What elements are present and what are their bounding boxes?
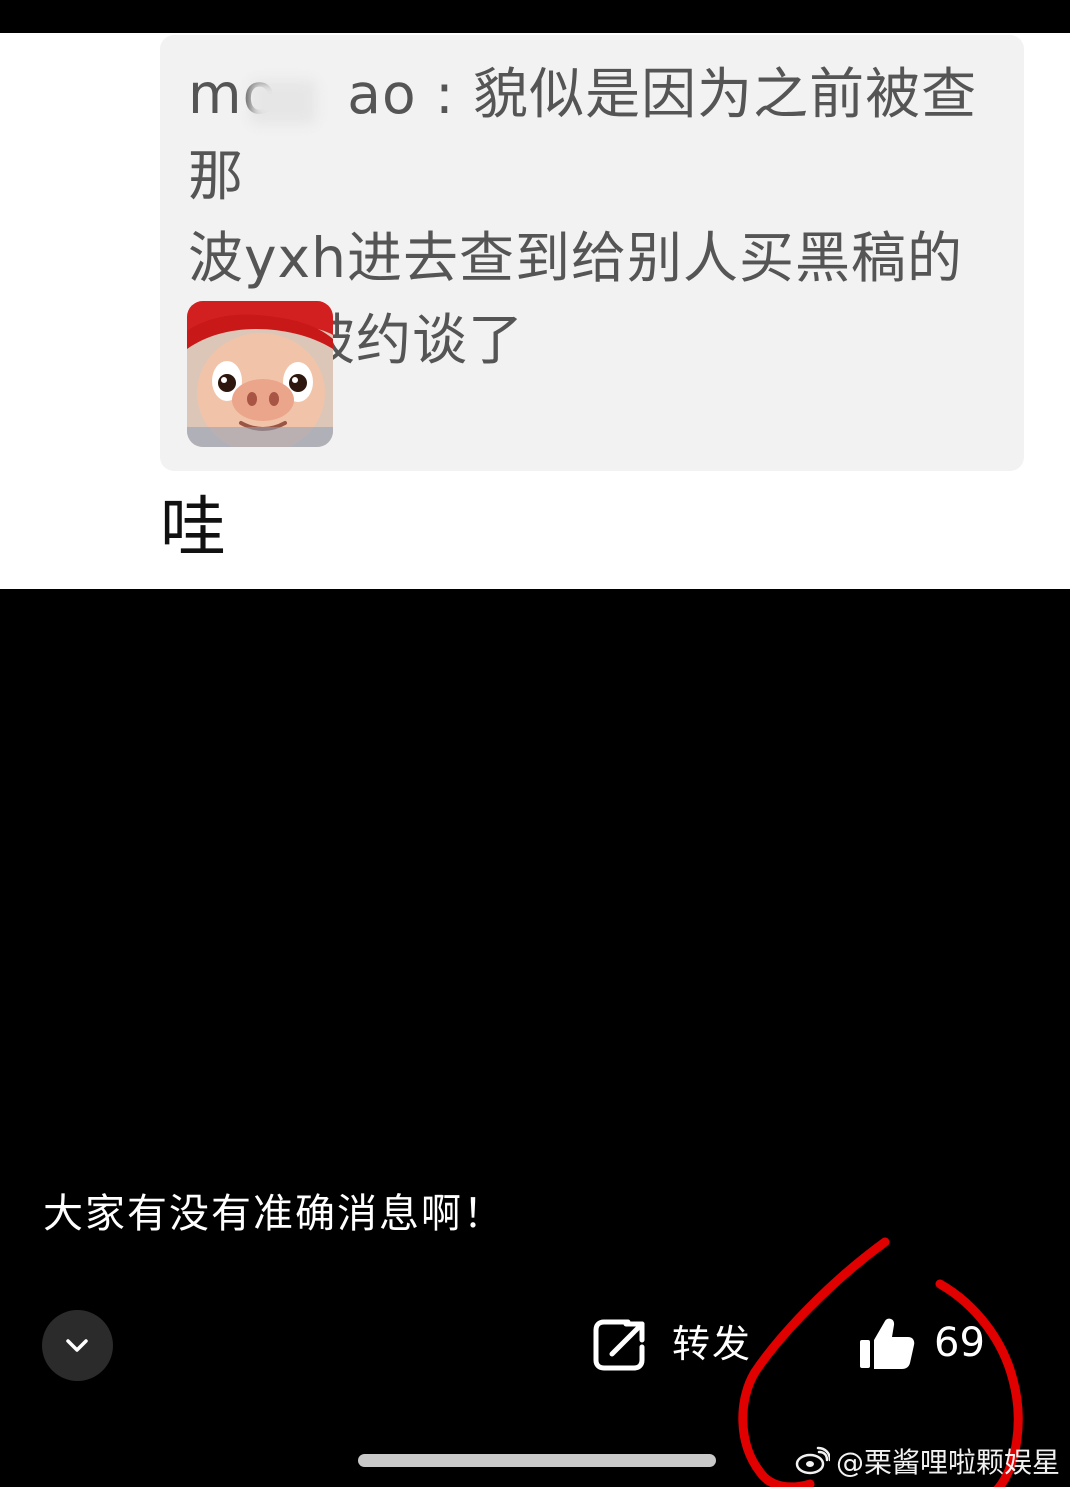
share-button[interactable]: 转发 xyxy=(592,1316,752,1372)
weibo-logo-icon xyxy=(795,1446,830,1475)
screenshot-page: mo ao : 貌似是因为之前被查那 波yxh进去查到给别人买黑稿的 团队被约谈了 xyxy=(0,0,1070,1487)
username-blur-mask xyxy=(250,80,316,124)
like-button[interactable]: 69 xyxy=(856,1313,985,1373)
thumbs-up-icon xyxy=(860,1318,915,1369)
reply-text: 哇 xyxy=(160,489,226,566)
quote-username[interactable]: mo ao xyxy=(188,62,435,126)
watermark-text: @栗酱哩啦颗娱星 xyxy=(836,1446,1061,1479)
quoted-post-panel: mo ao : 貌似是因为之前被查那 波yxh进去查到给别人买黑稿的 团队被约谈了 xyxy=(0,33,1070,589)
chevron-down-icon xyxy=(66,1339,88,1352)
quote-card: mo ao : 貌似是因为之前被查那 波yxh进去查到给别人买黑稿的 团队被约谈了 xyxy=(160,35,1024,471)
quote-username-suffix: ao xyxy=(347,62,417,126)
pig-face-sticker-icon[interactable] xyxy=(187,301,333,447)
share-icon xyxy=(593,1319,645,1371)
weibo-watermark: @栗酱哩啦颗娱星 xyxy=(794,1441,1060,1481)
post-caption: 大家有没有准确消息啊！ xyxy=(43,1191,505,1237)
home-indicator[interactable] xyxy=(358,1454,716,1467)
like-count: 69 xyxy=(934,1320,985,1366)
share-label: 转发 xyxy=(672,1322,753,1366)
quote-line-2: 波yxh进去查到给别人买黑稿的 xyxy=(188,226,963,290)
collapse-button[interactable] xyxy=(42,1310,113,1381)
